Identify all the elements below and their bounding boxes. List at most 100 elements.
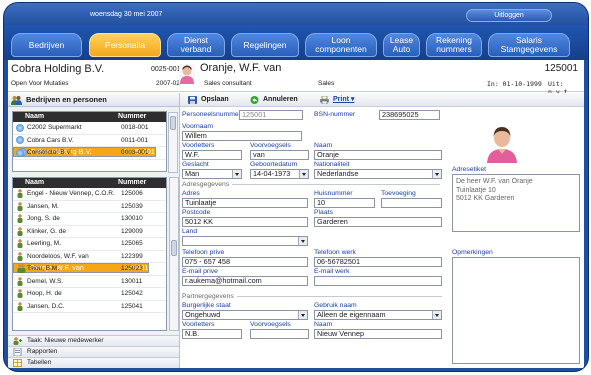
adresetiket-box: De heer W.F. van Oranje Tuinlaatje 10 50…	[452, 174, 580, 232]
cancel-button[interactable]: Annuleren	[250, 94, 298, 106]
label-voorletters: Voorletters	[182, 142, 215, 149]
person-role: Sales consultant	[204, 80, 252, 87]
persons-grid: Naam Nummer Engel - Nieuw Vennep, C.O.R.…	[12, 177, 167, 331]
opmerkingen-field[interactable]	[452, 257, 580, 364]
voorvoegsels-field[interactable]: van	[250, 150, 309, 160]
tab-looncomponenten[interactable]: Loon componenten	[305, 33, 377, 57]
email-prive-field[interactable]: r.aukema@hotmail.com	[182, 276, 308, 286]
gebruik-naam-select[interactable]: Alleen de eigennaam	[314, 310, 442, 320]
voornaam-field[interactable]: Willem	[182, 131, 302, 141]
person-department: Sales	[318, 80, 335, 87]
person-name: Oranje, W.F. van	[200, 62, 282, 74]
save-button[interactable]: Opslaan	[188, 94, 229, 106]
label-adres: Adres	[182, 190, 200, 197]
company-row[interactable]: Constrictor B.V. 0003-001	[13, 147, 166, 160]
nav-rapporten[interactable]: Rapporten	[8, 346, 179, 357]
logout-button[interactable]: Uitloggen	[466, 9, 552, 22]
tab-bedrijven[interactable]: Bedrijven	[11, 33, 82, 57]
chevron-down-icon	[232, 170, 241, 178]
label-plaats: Plaats	[314, 209, 333, 216]
email-werk-field[interactable]	[314, 276, 442, 286]
nav-nieuwe-medewerker[interactable]: Taak: Nieuwe medewerker	[8, 335, 179, 346]
voorletters-field[interactable]: W.F.	[182, 150, 242, 160]
scroll-thumb[interactable]	[170, 116, 176, 130]
label-voorvoegsels: Voorvoegsels	[250, 142, 291, 149]
tab-lease-auto[interactable]: Lease Auto	[383, 33, 420, 57]
geboortedatum-select[interactable]: 14-04-1973	[250, 169, 309, 179]
person-icon	[17, 302, 23, 311]
period: 2007-02	[156, 80, 180, 87]
telefoon-prive-field[interactable]: 075 - 657 458	[182, 257, 308, 267]
floppy-icon	[188, 96, 197, 104]
app-window: woensdag 30 mei 2007 Uitloggen Bedrijven…	[4, 3, 588, 371]
postcode-field[interactable]: 5012 KK	[182, 217, 308, 227]
column-naam[interactable]: Naam	[13, 112, 118, 122]
left-panel-title: Bedrijven en personen	[8, 93, 179, 107]
person-row[interactable]: Klinker, G. de 129009	[13, 226, 166, 238]
toevoeging-field[interactable]	[381, 198, 442, 208]
tab-salaris-stamgegevens[interactable]: Salaris Stamgegevens	[488, 33, 570, 57]
person-row[interactable]: Leerling, M. 125065	[13, 238, 166, 251]
person-icon	[17, 277, 23, 286]
table-icon	[13, 359, 22, 367]
person-row[interactable]: Jong, S. de 130010	[13, 213, 166, 226]
persons-scrollbar[interactable]	[169, 177, 179, 331]
label-personeelsnummer: Personeelsnummer	[182, 111, 241, 118]
geslacht-select[interactable]: Man	[182, 169, 242, 179]
chevron-down-icon	[298, 237, 307, 245]
nav-tabellen[interactable]: Tabellen	[8, 357, 179, 368]
person-row[interactable]: Hoop, H. de 125042	[13, 288, 166, 301]
person-row[interactable]: Jansen, D.C. 125041	[13, 301, 166, 313]
companies-scrollbar[interactable]	[168, 112, 178, 173]
person-row[interactable]: Demel, W.S. 130011	[13, 276, 166, 288]
printer-icon	[320, 96, 329, 104]
person-row[interactable]: Jansen, M. 125039	[13, 201, 166, 213]
partner-voorvoegsels-field[interactable]	[250, 329, 309, 339]
naam-field[interactable]: Oranje	[314, 150, 442, 160]
in-date: In: 01-10-1999	[487, 80, 542, 88]
person-row[interactable]: Engel - Nieuw Vennep, C.O.R. 125006	[13, 188, 166, 201]
nationaliteit-select[interactable]: Nederlandse	[314, 169, 442, 179]
person-avatar	[179, 64, 195, 84]
label-nationaliteit: Nationaliteit	[314, 161, 350, 168]
column-nummer[interactable]: Nummer	[118, 112, 146, 122]
tab-dienstverband[interactable]: Dienst verband	[167, 33, 225, 57]
person-photo	[485, 123, 519, 163]
record-header: Cobra Holding B.V. 0025-001 Open Voor Mu…	[8, 60, 584, 96]
company-row[interactable]: Cobra Cars B.V. 0011-001	[13, 135, 166, 147]
adres-field[interactable]: Tuinlaatje	[182, 198, 308, 208]
label-land: Land	[182, 228, 198, 235]
plaats-field[interactable]: Garderen	[314, 217, 442, 227]
bsn-field[interactable]: 238695025	[379, 110, 440, 120]
burgerlijke-staat-select[interactable]: Ongehuwd	[182, 310, 308, 320]
column-nummer[interactable]: Nummer	[118, 178, 146, 188]
current-date: woensdag 30 mei 2007	[90, 11, 163, 18]
scroll-thumb[interactable]	[171, 240, 177, 256]
label-naam: Naam	[314, 142, 333, 149]
person-row[interactable]: Tsiou, B.M. 125023	[13, 263, 166, 276]
land-select[interactable]	[182, 236, 308, 246]
partner-naam-field[interactable]: Nieuw Vennep	[314, 329, 442, 339]
person-add-icon	[13, 337, 22, 345]
personeelsnummer-field[interactable]: 125001	[239, 110, 303, 120]
print-button[interactable]: Print ▾	[320, 94, 354, 106]
person-row[interactable]: Noordeloos, W.F. van 122399	[13, 251, 166, 263]
tab-rekeningnummers[interactable]: Rekening nummers	[426, 33, 482, 57]
telefoon-werk-field[interactable]: 06-56782501	[314, 257, 442, 267]
globe-icon	[16, 123, 24, 132]
label-adresetiket: Adresetiket	[452, 166, 487, 173]
huisnummer-field[interactable]: 10	[314, 198, 375, 208]
label-partner-naam: Naam	[314, 321, 333, 328]
partner-voorletters-field[interactable]: N.B.	[182, 329, 242, 339]
tab-personalia[interactable]: Personalia	[89, 33, 161, 57]
chevron-down-icon	[432, 311, 441, 319]
company-row[interactable]: C2002 Supermarkt 0018-001	[13, 122, 166, 135]
label-email-werk: E-mail werk	[314, 268, 350, 275]
left-panel-title-text: Bedrijven en personen	[26, 95, 107, 104]
section-partnergegevens: Partnergegevens	[182, 293, 442, 300]
person-code: 125001	[544, 63, 578, 74]
label-burgerlijke-staat: Burgerlijke staat	[182, 302, 231, 309]
tab-regelingen[interactable]: Regelingen	[231, 33, 299, 57]
person-icon	[17, 214, 23, 224]
column-naam[interactable]: Naam	[13, 178, 118, 188]
